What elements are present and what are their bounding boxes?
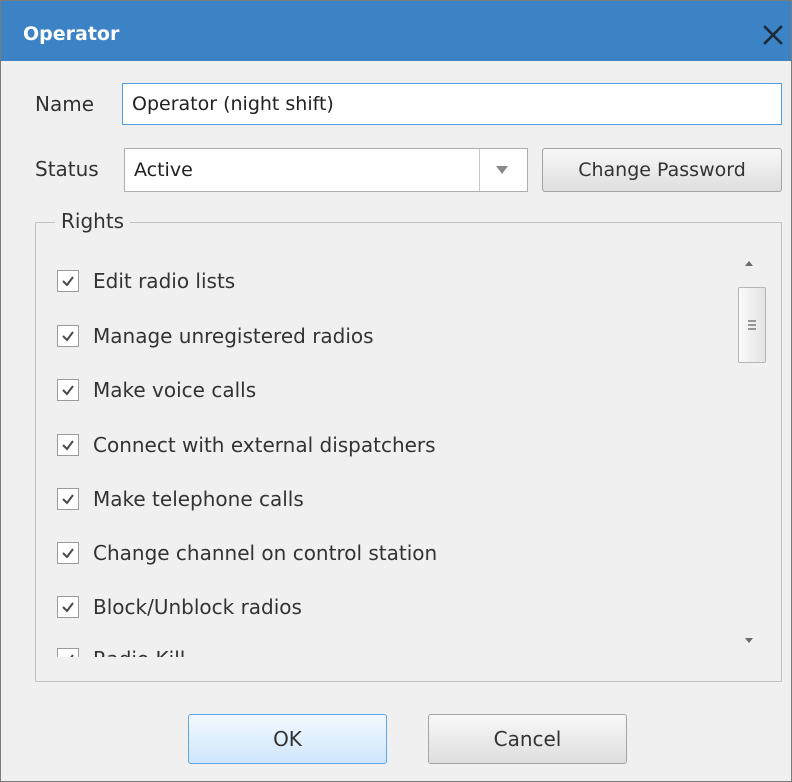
- scroll-thumb[interactable]: [738, 287, 766, 363]
- right-item-make-voice-calls[interactable]: Make voice calls: [57, 375, 256, 405]
- checkmark-icon: [62, 548, 74, 559]
- right-item-label: Make voice calls: [93, 378, 257, 402]
- dialog-title: Operator: [23, 23, 120, 45]
- checkbox[interactable]: [57, 325, 79, 347]
- checkbox[interactable]: [57, 542, 79, 564]
- checkbox[interactable]: [57, 434, 79, 456]
- checkbox[interactable]: [57, 270, 79, 292]
- right-item-label: Block/Unblock radios: [93, 595, 302, 619]
- grip-icon: [748, 320, 756, 330]
- right-item-label: Connect with external dispatchers: [93, 433, 436, 457]
- checkmark-icon: [62, 494, 74, 505]
- name-input[interactable]: [122, 83, 782, 125]
- right-item-block-unblock-radios[interactable]: Block/Unblock radios: [57, 592, 302, 622]
- checkmark-icon: [62, 385, 74, 396]
- checkbox[interactable]: [57, 488, 79, 510]
- right-item-label: Manage unregistered radios: [93, 324, 374, 348]
- status-selected-value: Active: [134, 159, 193, 181]
- right-item-manage-unregistered-radios[interactable]: Manage unregistered radios: [57, 321, 374, 351]
- checkbox[interactable]: [57, 596, 79, 618]
- checkbox[interactable]: [57, 648, 79, 657]
- checkmark-icon: [62, 276, 74, 287]
- checkmark-icon: [62, 602, 74, 613]
- rights-scrollbar[interactable]: [735, 253, 766, 655]
- name-label: Name: [35, 92, 95, 116]
- operator-dialog: Operator Name Status Active Change Passw…: [0, 0, 792, 782]
- right-item-make-telephone-calls[interactable]: Make telephone calls: [57, 484, 304, 514]
- right-item-label: Change channel on control station: [93, 541, 438, 565]
- checkmark-icon: [62, 440, 74, 451]
- scroll-down-icon[interactable]: [743, 635, 755, 645]
- checkbox[interactable]: [57, 379, 79, 401]
- chevron-down-icon[interactable]: [494, 164, 510, 176]
- right-item-label: Make telephone calls: [93, 487, 304, 511]
- right-item-label: Radio Kill: [93, 647, 185, 657]
- right-item-label: Edit radio lists: [93, 269, 236, 293]
- cancel-button[interactable]: Cancel: [428, 714, 627, 764]
- right-item-change-channel-control-station[interactable]: Change channel on control station: [57, 538, 437, 568]
- change-password-button[interactable]: Change Password: [542, 148, 782, 192]
- checkmark-icon: [70, 654, 74, 657]
- rights-legend: Rights: [55, 209, 131, 233]
- right-item-edit-radio-lists[interactable]: Edit radio lists: [57, 266, 235, 296]
- right-item-radio-kill[interactable]: Radio Kill: [57, 644, 185, 657]
- status-label: Status: [35, 157, 99, 181]
- rights-list: Edit radio lists Manage unregistered rad…: [51, 251, 729, 657]
- checkmark-icon: [62, 331, 74, 342]
- right-item-connect-external-dispatchers[interactable]: Connect with external dispatchers: [57, 430, 436, 460]
- close-icon: [763, 25, 783, 45]
- title-bar[interactable]: Operator: [1, 1, 791, 61]
- close-button[interactable]: [759, 21, 787, 49]
- status-dropdown[interactable]: Active: [124, 148, 528, 192]
- scroll-up-icon[interactable]: [743, 259, 755, 269]
- dropdown-divider: [479, 149, 480, 191]
- ok-button[interactable]: OK: [188, 714, 387, 764]
